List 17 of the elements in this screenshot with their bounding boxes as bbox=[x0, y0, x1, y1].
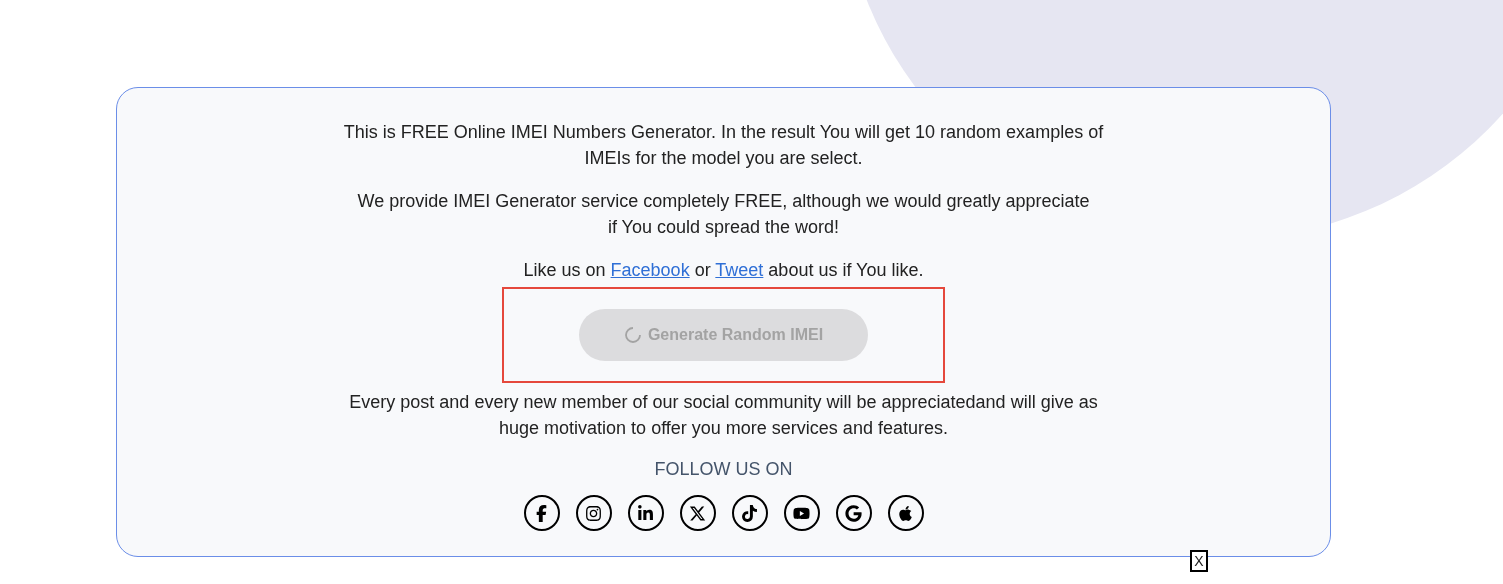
google-icon[interactable] bbox=[835, 495, 872, 531]
like-us-text: Like us on Facebook or Tweet about us if You like. bbox=[523, 259, 924, 282]
youtube-icon[interactable] bbox=[783, 495, 820, 531]
community-text: Every post and every new member of our social community will be appreciatedand will give as huge motivation to offer you more services and features. bbox=[348, 391, 1099, 440]
facebook-icon[interactable] bbox=[523, 495, 560, 531]
link[interactable]: Facebook bbox=[610, 260, 690, 280]
linkedin-icon[interactable] bbox=[627, 495, 664, 531]
instagram-icon[interactable] bbox=[575, 495, 612, 531]
x-icon[interactable] bbox=[679, 495, 716, 531]
link[interactable]: Tweet bbox=[715, 260, 764, 280]
intro-text: This is FREE Online IMEI Numbers Generator. In the result You will get 10 random examples of IMEIs for the model you are select. bbox=[343, 121, 1104, 170]
close-button[interactable]: X bbox=[1190, 550, 1208, 572]
tiktok-icon[interactable] bbox=[731, 495, 768, 531]
apple-icon[interactable] bbox=[887, 495, 924, 531]
service-text: We provide IMEI Generator service completely FREE, although we would greatly appreciate if You could spread the word! bbox=[356, 190, 1091, 239]
spinner-icon bbox=[623, 326, 642, 344]
follow-heading: FOLLOW US ON bbox=[654, 458, 793, 481]
